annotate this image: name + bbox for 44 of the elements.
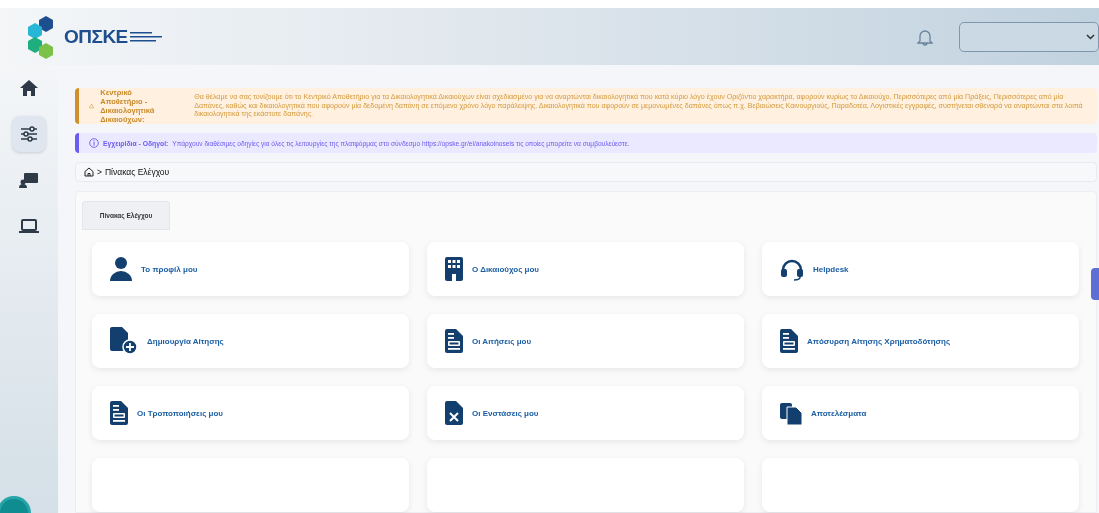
form-document-icon (110, 401, 128, 425)
file-plus-icon (110, 327, 138, 355)
dashboard-card[interactable]: Οι Ενστάσεις μου (427, 386, 744, 440)
breadcrumb-current: Πίνακας Ελέγχου (104, 167, 170, 178)
presenter-screen-icon (19, 172, 39, 188)
home-icon (19, 79, 39, 97)
home-icon[interactable] (84, 167, 94, 178)
laptop-icon (19, 218, 39, 234)
form-document-icon (445, 329, 463, 353)
sidebar-button[interactable] (12, 116, 46, 152)
dashboard-card[interactable]: Δημιουργία Αίτησης (92, 314, 409, 368)
person-icon (110, 257, 132, 281)
dashboard-card[interactable]: Αποτελέσματα (762, 386, 1079, 440)
side-handle[interactable] (1091, 268, 1099, 300)
headset-icon (780, 257, 804, 281)
copy-files-icon (780, 401, 802, 425)
dashboard-card[interactable]: Απόσυρση Αίτησης Χρηματοδότησης (762, 314, 1079, 368)
chat-button[interactable] (0, 496, 31, 513)
file-x-icon (445, 401, 463, 425)
account-select[interactable] (959, 21, 1099, 52)
form-document-icon (780, 329, 798, 353)
dashboard-card[interactable]: Οι Αιτήσεις μου (427, 314, 744, 368)
building-icon (445, 257, 463, 281)
chevron-down-icon (1086, 33, 1095, 40)
dashboard-card[interactable]: Οι Τροποποιήσεις μου (92, 386, 409, 440)
notification-bell-icon[interactable] (917, 27, 933, 46)
card-label: Αποτελέσματα (811, 408, 867, 418)
card-label: Απόσυρση Αίτησης Χρηματοδότησης (807, 336, 951, 346)
breadcrumb-separator: > (97, 167, 102, 178)
dashboard-card[interactable]: Helpdesk (762, 242, 1079, 296)
logo-text: ΟΠΣΚΕ (64, 25, 128, 48)
dashboard-card[interactable]: Το προφίλ μου (92, 242, 409, 296)
card-label: Δημιουργία Αίτησης (147, 336, 224, 346)
logo-subtitle-drawing (129, 31, 164, 42)
sliders-icon (20, 126, 38, 142)
info-icon (89, 138, 99, 149)
card-label: Helpdesk (813, 264, 849, 274)
card-label: Οι Ενστάσεις μου (472, 408, 539, 418)
card-label: Οι Τροποποιήσεις μου (137, 408, 223, 418)
warning-icon (89, 101, 95, 111)
dashboard-card[interactable]: Ο Δικαιούχος μου (427, 242, 744, 296)
card-label: Το προφίλ μου (141, 264, 198, 274)
card-label: Οι Αιτήσεις μου (472, 336, 532, 346)
card-label: Ο Δικαιούχος μου (472, 264, 540, 274)
